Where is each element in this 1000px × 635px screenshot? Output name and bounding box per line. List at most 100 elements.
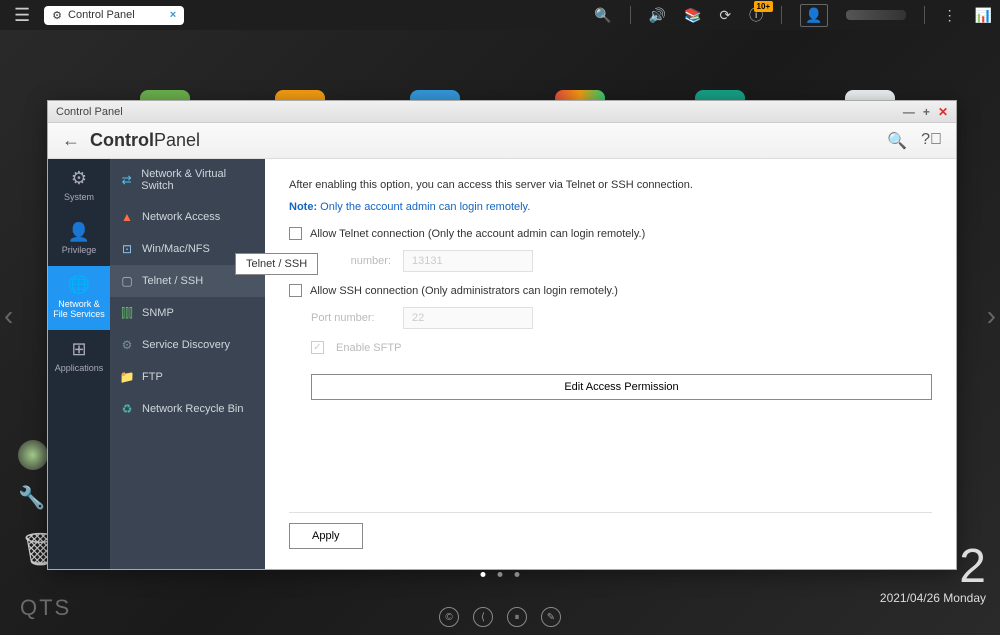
sidebar-item-label: Telnet / SSH bbox=[142, 275, 203, 287]
sidebar-item-network-recycle-bin[interactable]: ♻ Network Recycle Bin bbox=[110, 393, 265, 425]
gear-icon: ⚙ bbox=[52, 9, 62, 22]
desktop-next-icon[interactable]: › bbox=[987, 300, 996, 332]
control-panel-window: Control Panel — + ✕ ← ControlPanel 🔍 ?⃝ … bbox=[47, 100, 957, 570]
apply-button[interactable]: Apply bbox=[289, 523, 363, 549]
ssh-port-input[interactable] bbox=[403, 307, 533, 329]
intro-text: After enabling this option, you can acce… bbox=[289, 179, 932, 191]
rail-label: System bbox=[64, 193, 94, 203]
note-line: Note: Only the account admin can login r… bbox=[289, 201, 932, 213]
rail-network-file-services[interactable]: 🌐 Network & File Services bbox=[48, 266, 110, 330]
divider bbox=[924, 6, 925, 24]
rail-label: Applications bbox=[55, 364, 104, 374]
sftp-checkbox[interactable]: ✓ bbox=[311, 341, 324, 354]
topbar-right: 🔍 🔊 📚 ⟳ ⓘ10+ 👤 ⋮ 📊 bbox=[594, 4, 992, 27]
gear-icon: ⚙ bbox=[71, 169, 87, 189]
qts-logo: QTS bbox=[20, 595, 71, 621]
sftp-label: Enable SFTP bbox=[336, 342, 401, 354]
snmp-icon: ⫿⫿⫿ bbox=[120, 306, 134, 320]
sidebar-item-label: Network Access bbox=[142, 211, 220, 223]
close-icon[interactable]: ✕ bbox=[938, 105, 948, 119]
dock-icon[interactable]: ⏸ bbox=[507, 607, 527, 627]
desktop-pager bbox=[481, 572, 520, 577]
sidebar-item-network-access[interactable]: ▲ Network Access bbox=[110, 201, 265, 233]
telnet-checkbox[interactable] bbox=[289, 227, 302, 240]
dashboard-icon[interactable]: 📊 bbox=[975, 7, 992, 24]
dock-icon[interactable]: ⟨ bbox=[473, 607, 493, 627]
dock: © ⟨ ⏸ ✎ bbox=[439, 607, 561, 627]
pager-dot[interactable] bbox=[515, 572, 520, 577]
edit-access-permission-button[interactable]: Edit Access Permission bbox=[311, 374, 932, 400]
pager-dot[interactable] bbox=[498, 572, 503, 577]
ssh-port-row: Port number: bbox=[311, 307, 932, 329]
sidebar-item-network-virtual-switch[interactable]: ⇄ Network & Virtual Switch bbox=[110, 159, 265, 201]
search-icon[interactable]: 🔍 bbox=[887, 131, 907, 151]
more-icon[interactable]: ⋮ bbox=[943, 7, 957, 24]
divider bbox=[781, 6, 782, 24]
telnet-label: Allow Telnet connection (Only the accoun… bbox=[310, 228, 645, 240]
apps-icon: ⊞ bbox=[71, 340, 86, 360]
note-text: Only the account admin can login remotel… bbox=[320, 201, 530, 213]
divider bbox=[630, 6, 631, 24]
user-icon[interactable]: 👤 bbox=[800, 4, 827, 27]
switch-icon: ⇄ bbox=[120, 173, 133, 187]
minimize-icon[interactable]: — bbox=[903, 105, 915, 119]
note-label: Note: bbox=[289, 201, 317, 213]
discovery-icon: ⚙ bbox=[120, 338, 134, 352]
user-icon: 👤 bbox=[68, 223, 90, 243]
content-footer: Apply bbox=[289, 512, 932, 549]
tasks-icon[interactable]: 📚 bbox=[684, 7, 701, 24]
search-icon[interactable]: 🔍 bbox=[594, 7, 611, 24]
notification-badge: 10+ bbox=[754, 1, 774, 12]
telnet-port-input[interactable] bbox=[403, 250, 533, 272]
info-icon[interactable]: ⓘ10+ bbox=[749, 5, 763, 25]
desktop-bottom-bar: QTS © ⟨ ⏸ ✎ bbox=[0, 580, 1000, 635]
dock-icon[interactable]: © bbox=[439, 607, 459, 627]
access-icon: ▲ bbox=[120, 210, 134, 224]
sidebar: ⇄ Network & Virtual Switch ▲ Network Acc… bbox=[110, 159, 265, 569]
top-bar: ☰ ⚙ Control Panel × 🔍 🔊 📚 ⟳ ⓘ10+ 👤 ⋮ 📊 bbox=[0, 0, 1000, 30]
pager-dot[interactable] bbox=[481, 572, 486, 577]
rail-system[interactable]: ⚙ System bbox=[48, 159, 110, 213]
rail-applications[interactable]: ⊞ Applications bbox=[48, 330, 110, 384]
category-rail: ⚙ System 👤 Privilege 🌐 Network & File Se… bbox=[48, 159, 110, 569]
volume-icon[interactable]: 🔊 bbox=[649, 7, 666, 24]
sidebar-item-label: Network & Virtual Switch bbox=[141, 168, 255, 192]
rail-privilege[interactable]: 👤 Privilege bbox=[48, 213, 110, 267]
tab-close-icon[interactable]: × bbox=[170, 9, 176, 21]
ssh-row: Allow SSH connection (Only administrator… bbox=[289, 284, 932, 297]
maximize-icon[interactable]: + bbox=[923, 105, 930, 119]
sftp-row: ✓ Enable SFTP bbox=[311, 341, 932, 354]
sidebar-item-label: FTP bbox=[142, 371, 163, 383]
sidebar-item-ftp[interactable]: 📁 FTP bbox=[110, 361, 265, 393]
dock-icon[interactable]: ✎ bbox=[541, 607, 561, 627]
tab-title: Control Panel bbox=[68, 9, 135, 21]
sidebar-item-snmp[interactable]: ⫿⫿⫿ SNMP bbox=[110, 297, 265, 329]
telnet-port-label: number: bbox=[311, 255, 391, 267]
wrench-icon[interactable]: 🔧 bbox=[18, 485, 45, 511]
hamburger-icon[interactable]: ☰ bbox=[8, 5, 36, 26]
back-arrow-icon[interactable]: ← bbox=[62, 130, 80, 151]
desktop-prev-icon[interactable]: ‹ bbox=[4, 300, 13, 332]
recycle-icon: ♻ bbox=[120, 402, 134, 416]
ftp-icon: 📁 bbox=[120, 370, 134, 384]
page-title: ControlPanel bbox=[90, 130, 200, 151]
help-icon[interactable]: ?⃝ bbox=[921, 131, 942, 151]
telnet-row: Allow Telnet connection (Only the accoun… bbox=[289, 227, 932, 240]
sidebar-item-label: SNMP bbox=[142, 307, 174, 319]
rail-label: Privilege bbox=[62, 246, 97, 256]
ssh-checkbox[interactable] bbox=[289, 284, 302, 297]
refresh-icon[interactable]: ⟳ bbox=[719, 7, 731, 24]
sidebar-item-label: Service Discovery bbox=[142, 339, 230, 351]
app-tab[interactable]: ⚙ Control Panel × bbox=[44, 6, 184, 25]
ssh-label: Allow SSH connection (Only administrator… bbox=[310, 285, 618, 297]
robot-icon[interactable] bbox=[18, 440, 48, 470]
terminal-icon: ▢ bbox=[120, 274, 134, 288]
content-pane: After enabling this option, you can acce… bbox=[265, 159, 956, 569]
sidebar-item-label: Win/Mac/NFS bbox=[142, 243, 210, 255]
username-area[interactable] bbox=[846, 10, 906, 20]
sidebar-item-service-discovery[interactable]: ⚙ Service Discovery bbox=[110, 329, 265, 361]
window-titlebar[interactable]: Control Panel — + ✕ bbox=[48, 101, 956, 123]
tooltip: Telnet / SSH bbox=[235, 253, 318, 275]
globe-icon: 🌐 bbox=[68, 276, 90, 296]
telnet-port-row: number: bbox=[311, 250, 932, 272]
